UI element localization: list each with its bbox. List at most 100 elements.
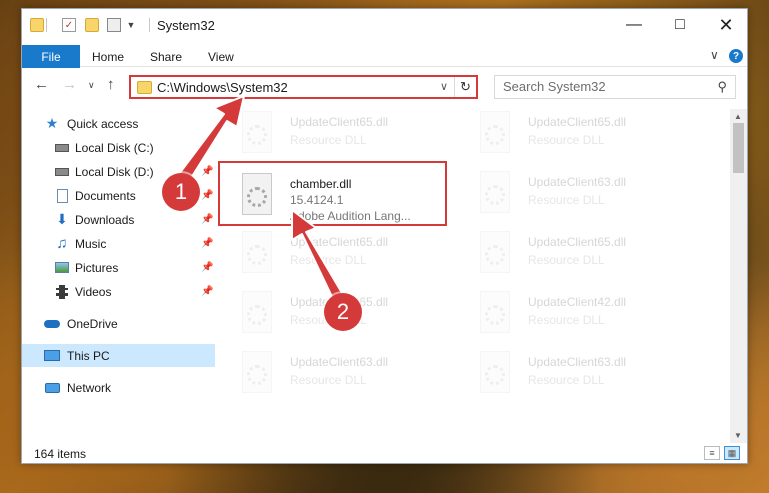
file-item[interactable]: UpdateClient65.dll Resource DLL xyxy=(228,229,458,279)
file-tab[interactable]: File xyxy=(22,45,80,68)
file-item[interactable]: UpdateClient65.dll Resource DLL xyxy=(466,229,696,279)
window-title: System32 xyxy=(157,18,215,33)
scroll-down-icon[interactable]: ▼ xyxy=(734,431,742,440)
tab-view[interactable]: View xyxy=(208,50,234,64)
ribbon: File Home Share View ∨ ? xyxy=(22,45,747,68)
divider xyxy=(149,18,150,32)
sidebar-item-network[interactable]: Network xyxy=(22,376,215,399)
details-view-icon[interactable]: ≡ xyxy=(704,446,720,460)
sidebar-item-videos[interactable]: Videos 📌 xyxy=(22,280,215,303)
file-item[interactable]: UpdateClient63.dll Resource DLL xyxy=(228,349,458,399)
star-icon: ★ xyxy=(45,115,59,131)
scrollbar-thumb[interactable] xyxy=(733,123,744,173)
sidebar-item-label: Downloads xyxy=(75,212,135,227)
cloud-icon xyxy=(44,317,60,331)
file-name: UpdateClient65.dll xyxy=(290,235,389,249)
file-name: UpdateClient65.dll xyxy=(528,235,627,249)
sidebar-item-music[interactable]: ♫ Music 📌 xyxy=(22,232,215,255)
forward-button[interactable]: → xyxy=(62,76,77,93)
documents-icon xyxy=(54,188,70,203)
pin-icon[interactable]: 📌 xyxy=(201,190,213,201)
sidebar-item-label: Pictures xyxy=(75,260,119,275)
address-bar[interactable]: C:\Windows\System32 ∨ ↻ xyxy=(129,75,478,99)
file-description: Resource DLL xyxy=(528,193,605,207)
sidebar-item-label: OneDrive xyxy=(67,316,118,331)
file-item[interactable]: UpdateClient63.dll Resource DLL xyxy=(466,169,696,219)
dll-file-icon xyxy=(480,351,510,393)
sidebar-item-quick-access[interactable]: ★ Quick access xyxy=(22,112,215,135)
search-input[interactable] xyxy=(503,79,703,94)
up-button[interactable]: ↑ xyxy=(107,76,115,93)
pin-icon[interactable]: 📌 xyxy=(201,166,213,177)
file-name: UpdateClient65.dll xyxy=(290,115,389,129)
dll-file-icon xyxy=(242,351,272,393)
status-bar: 164 items ≡ ▦ xyxy=(22,443,747,464)
vertical-scrollbar[interactable]: ▲ ▼ xyxy=(730,109,747,443)
file-item[interactable]: UpdateClient65.dll Resource DLL xyxy=(466,109,696,159)
recent-locations-icon[interactable]: ∨ xyxy=(88,80,95,91)
network-icon xyxy=(44,381,60,395)
divider xyxy=(46,18,47,32)
sidebar-item-local-disk-c[interactable]: Local Disk (C:) 📌 xyxy=(22,136,215,159)
sidebar-item-pictures[interactable]: Pictures 📌 xyxy=(22,256,215,279)
search-box[interactable]: ⚲ xyxy=(494,75,736,99)
music-icon: ♫ xyxy=(56,235,68,252)
file-description: Resource DLL xyxy=(290,133,367,147)
minimize-button[interactable]: — xyxy=(611,9,657,41)
tiles-view-icon[interactable]: ▦ xyxy=(724,446,740,460)
help-icon[interactable]: ? xyxy=(729,49,743,63)
explorer-window: ✓ ▼ System32 — □ ✕ File Home Share View … xyxy=(21,8,748,464)
dll-file-icon xyxy=(480,231,510,273)
file-description: Resource DLL xyxy=(528,373,605,387)
refresh-button[interactable]: ↻ xyxy=(454,77,476,97)
sidebar-item-this-pc[interactable]: This PC xyxy=(22,344,215,367)
folder-icon xyxy=(30,18,44,32)
tab-home[interactable]: Home xyxy=(92,50,124,64)
back-button[interactable]: ← xyxy=(34,76,49,93)
sidebar-item-downloads[interactable]: ⬇ Downloads 📌 xyxy=(22,208,215,231)
sidebar-item-label: Quick access xyxy=(67,116,139,131)
ribbon-expand-icon[interactable]: ∨ xyxy=(710,48,719,62)
file-item[interactable]: UpdateClient42.dll Resource DLL xyxy=(466,289,696,339)
maximize-button[interactable]: □ xyxy=(657,9,703,41)
pin-icon[interactable]: 📌 xyxy=(201,238,213,249)
file-name: UpdateClient63.dll xyxy=(528,355,627,369)
close-button[interactable]: ✕ xyxy=(703,9,749,41)
sidebar-item-label: Documents xyxy=(75,188,136,203)
scroll-up-icon[interactable]: ▲ xyxy=(734,112,742,121)
pin-icon[interactable]: 📌 xyxy=(201,262,213,273)
navigation-pane: ★ Quick access Local Disk (C:) 📌 Local D… xyxy=(22,109,217,443)
step-badge-1: 1 xyxy=(162,173,200,211)
sidebar-item-onedrive[interactable]: OneDrive xyxy=(22,312,215,335)
item-count: 164 items xyxy=(34,447,87,461)
file-list: UpdateClient65.dll Resource DLL chamber.… xyxy=(228,109,733,443)
pin-icon[interactable]: 📌 xyxy=(201,142,213,153)
pin-icon[interactable]: 📌 xyxy=(201,214,213,225)
sidebar-item-label: Network xyxy=(67,380,112,395)
file-description: Resource DLL xyxy=(290,253,367,267)
new-folder-icon[interactable] xyxy=(85,18,99,32)
file-item[interactable]: UpdateClient65.dll Resource DLL xyxy=(228,109,458,159)
chevron-down-icon[interactable]: ∨ xyxy=(440,80,448,93)
file-highlight-box xyxy=(218,161,447,226)
address-path[interactable]: C:\Windows\System32 xyxy=(157,80,288,95)
sidebar-item-label: This PC xyxy=(67,348,110,363)
pin-icon[interactable]: 📌 xyxy=(201,286,213,297)
file-item[interactable]: UpdateClient63.dll Resource DLL xyxy=(466,349,696,399)
customize-quick-access-icon[interactable] xyxy=(107,18,121,32)
file-name: UpdateClient63.dll xyxy=(528,175,627,189)
properties-icon[interactable]: ✓ xyxy=(62,18,76,32)
file-name: UpdateClient42.dll xyxy=(528,295,627,309)
pictures-icon xyxy=(54,261,70,275)
file-description: Resource DLL xyxy=(528,133,605,147)
drive-icon xyxy=(54,165,70,179)
search-icon[interactable]: ⚲ xyxy=(717,79,727,95)
step-badge-2: 2 xyxy=(324,293,362,331)
file-description: Resource DLL xyxy=(290,373,367,387)
drive-icon xyxy=(54,141,70,155)
tab-share[interactable]: Share xyxy=(150,50,182,64)
dll-file-icon xyxy=(242,111,272,153)
chevron-down-icon[interactable]: ▼ xyxy=(124,18,138,32)
download-icon: ⬇ xyxy=(56,211,68,227)
file-description: Resource DLL xyxy=(528,313,605,327)
